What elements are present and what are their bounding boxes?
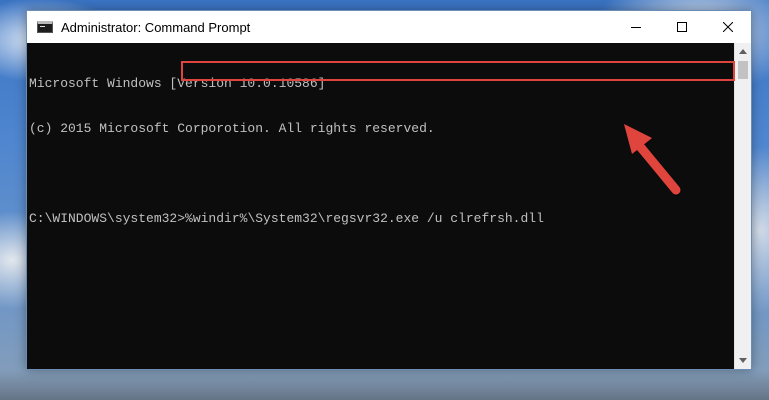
close-icon <box>723 22 733 32</box>
scroll-down-button[interactable] <box>735 352 751 369</box>
red-arrow-icon <box>624 124 681 195</box>
vertical-scrollbar[interactable] <box>734 43 751 369</box>
window-controls <box>613 11 751 43</box>
scroll-thumb[interactable] <box>738 61 748 79</box>
maximize-icon <box>677 22 687 32</box>
console-output[interactable]: Microsoft Windows [Version 10.0.10586] (… <box>27 43 734 369</box>
window-title: Administrator: Command Prompt <box>61 19 251 35</box>
command-highlight-box <box>181 61 735 81</box>
cmd-icon[interactable] <box>37 21 53 33</box>
close-button[interactable] <box>705 11 751 43</box>
maximize-button[interactable] <box>659 11 705 43</box>
scroll-up-icon <box>739 49 747 54</box>
desktop-background <box>0 370 769 400</box>
command-line[interactable]: C:\WINDOWS\system32> %windir%\System32\re… <box>29 211 734 226</box>
minimize-button[interactable] <box>613 11 659 43</box>
minimize-icon <box>631 27 641 28</box>
console-prompt: C:\WINDOWS\system32> <box>29 211 186 226</box>
console-command[interactable]: %windir%\System32\regsvr32.exe /u clrefr… <box>185 211 544 226</box>
scroll-down-icon <box>739 358 747 363</box>
title-bar[interactable]: Administrator: Command Prompt <box>27 11 751 43</box>
scroll-up-button[interactable] <box>735 43 751 60</box>
